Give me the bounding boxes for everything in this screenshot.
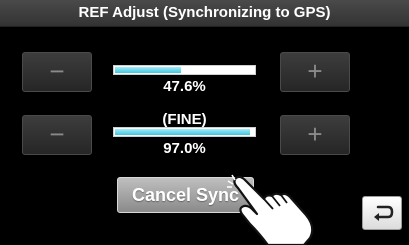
screen-title: REF Adjust (Synchronizing to GPS) bbox=[0, 0, 409, 27]
return-arrow-icon bbox=[374, 205, 394, 221]
fine-mode-label: (FINE) bbox=[162, 111, 207, 128]
ref-adjust-screen: REF Adjust (Synchronizing to GPS) − 47.6… bbox=[0, 0, 409, 245]
level-value-coarse: 47.6% bbox=[163, 78, 206, 95]
level-bar-fill bbox=[115, 129, 250, 135]
level-bar-coarse bbox=[113, 65, 256, 75]
back-button[interactable] bbox=[362, 196, 402, 230]
level-bar-fine bbox=[113, 127, 256, 137]
level-value-fine: 97.0% bbox=[163, 140, 206, 157]
minus-button-fine[interactable]: − bbox=[22, 115, 92, 155]
plus-button-fine[interactable]: + bbox=[280, 115, 350, 155]
level-bar-fill bbox=[115, 67, 182, 73]
pointing-hand-icon bbox=[227, 174, 314, 245]
plus-button-coarse[interactable]: + bbox=[280, 52, 350, 92]
minus-button-coarse[interactable]: − bbox=[22, 52, 92, 92]
